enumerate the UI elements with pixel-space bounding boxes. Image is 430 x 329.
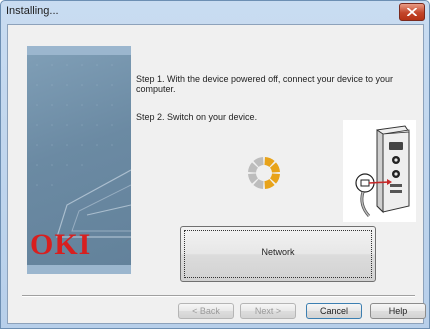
busy-spinner-icon <box>248 157 280 189</box>
network-button[interactable]: Network <box>180 226 376 282</box>
window-title: Installing... <box>6 5 59 17</box>
next-button[interactable]: Next > <box>240 303 296 319</box>
help-button[interactable]: Help <box>370 303 426 319</box>
dialog-content: OKI Step 1. With the device powered off,… <box>7 24 426 324</box>
installer-window: Installing... OKI Step 1. With the devic… <box>0 0 430 329</box>
title-bar[interactable]: Installing... <box>1 1 429 23</box>
cancel-button[interactable]: Cancel <box>306 303 362 319</box>
footer-separator <box>22 295 415 297</box>
back-button[interactable]: < Back <box>178 303 234 319</box>
oki-logo: OKI <box>30 228 92 261</box>
brand-panel-top-strip <box>27 46 131 55</box>
usb-cable-to-computer-icon <box>343 120 416 222</box>
network-button-label: Network <box>261 247 295 257</box>
step-1-text: Step 1. With the device powered off, con… <box>136 74 393 94</box>
brand-panel-bottom-strip <box>27 265 131 274</box>
brand-panel: OKI <box>27 46 131 274</box>
close-x-icon <box>407 8 417 16</box>
close-button[interactable] <box>399 3 425 21</box>
